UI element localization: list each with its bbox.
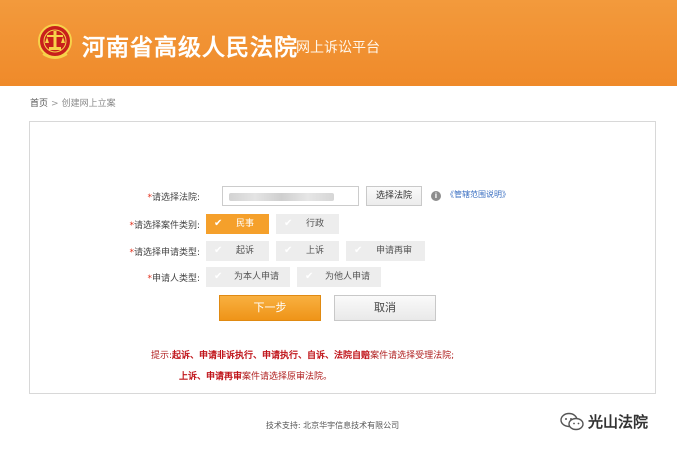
site-header: 河南省高级人民法院 网上诉讼平台 [0,0,677,86]
jurisdiction-scope-link[interactable]: 《管辖范围说明》 [446,189,510,200]
apply-type-option-retrial[interactable]: ✔ 申请再审 [346,241,425,261]
apply-type-label: *请选择申请类型: [129,248,200,258]
tip-line-2: 上诉、申请再审案件请选择原审法院。 [179,372,333,382]
cancel-button[interactable]: 取消 [334,295,436,321]
choose-court-button[interactable]: 选择法院 [366,186,422,206]
court-input-blurred-value [229,193,334,201]
check-icon: ✔ [214,245,223,256]
check-icon: ✔ [214,218,223,229]
site-subtitle: 网上诉讼平台 [296,40,380,56]
wechat-icon [560,412,584,431]
applicant-type-label: *申请人类型: [147,274,200,284]
breadcrumb: 首页 > 创建网上立案 [30,96,116,109]
filing-form-panel: *请选择法院: 选择法院 i 《管辖范围说明》 *请选择案件类别: ✔ 民事 ✔… [29,121,656,394]
court-emblem-icon [38,24,72,59]
case-type-row: *请选择案件类别: ✔ 民事 ✔ 行政 [30,214,655,234]
breadcrumb-home-link[interactable]: 首页 [30,99,48,109]
case-type-option-civil[interactable]: ✔ 民事 [206,214,269,234]
court-label: *请选择法院: [147,193,200,203]
watermark-text: 光山法院 [588,413,649,431]
check-icon: ✔ [305,271,314,282]
tip-line-1: 提示:起诉、申请非诉执行、申请执行、自诉、法院自赔案件请选择受理法院; [151,351,455,361]
apply-type-option-appeal[interactable]: ✔ 上诉 [276,241,339,261]
next-step-button[interactable]: 下一步 [219,295,321,321]
breadcrumb-current: 创建网上立案 [61,99,116,109]
check-icon: ✔ [284,245,293,256]
site-title: 河南省高级人民法院 [82,35,298,61]
case-type-label: *请选择案件类别: [129,221,200,231]
wechat-watermark: 光山法院 [560,410,670,434]
applicant-type-option-self[interactable]: ✔ 为本人申请 [206,267,290,287]
info-icon: i [431,191,441,201]
apply-type-row: *请选择申请类型: ✔ 起诉 ✔ 上诉 ✔ 申请再审 [30,241,655,261]
apply-type-option-prosecute[interactable]: ✔ 起诉 [206,241,269,261]
applicant-type-row: *申请人类型: ✔ 为本人申请 ✔ 为他人申请 [30,267,655,287]
case-type-option-administrative[interactable]: ✔ 行政 [276,214,339,234]
check-icon: ✔ [214,271,223,282]
breadcrumb-separator: > [51,99,59,109]
applicant-type-option-others[interactable]: ✔ 为他人申请 [297,267,381,287]
court-row: *请选择法院: 选择法院 i 《管辖范围说明》 [30,186,655,206]
check-icon: ✔ [354,245,363,256]
court-input[interactable] [222,186,359,206]
check-icon: ✔ [284,218,293,229]
